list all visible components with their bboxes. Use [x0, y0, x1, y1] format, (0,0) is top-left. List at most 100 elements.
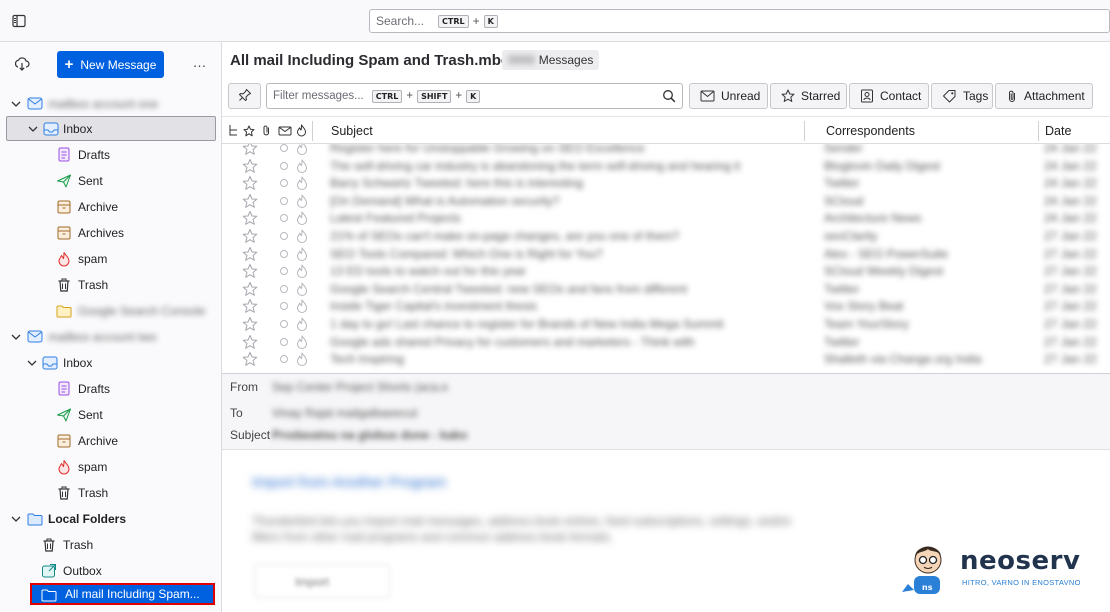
column-separator[interactable]: [804, 121, 805, 141]
envelope-icon: [700, 90, 715, 102]
star-column-icon[interactable]: [243, 117, 255, 144]
folder-trash[interactable]: Trash: [0, 272, 221, 297]
read-status-dot[interactable]: [280, 179, 288, 188]
get-messages-icon[interactable]: [14, 56, 32, 74]
junk-flame-icon[interactable]: [296, 159, 308, 176]
global-search-input[interactable]: Search... CTRL + K: [369, 9, 1110, 33]
pin-filter-button[interactable]: [228, 83, 261, 109]
shortcut-key-k: K: [483, 14, 498, 28]
thread-row[interactable]: 13 ED tools to watch out for this year SC…: [222, 262, 1110, 280]
thread-row[interactable]: Barry Schwartz Tweeted: here this is int…: [222, 174, 1110, 192]
chevron-down-icon[interactable]: [27, 123, 39, 135]
subject-column-header[interactable]: Subject: [331, 117, 373, 144]
thread-row[interactable]: Google Search Central Tweeted: new SEOs …: [222, 280, 1110, 298]
message-body-import-button[interactable]: Import: [254, 564, 390, 598]
filter-starred-label: Starred: [801, 89, 841, 103]
thread-row[interactable]: SEO Tools Compared: Which One is Right f…: [222, 245, 1110, 263]
folder-archive[interactable]: Archive: [0, 194, 221, 219]
read-status-dot[interactable]: [280, 232, 288, 240]
date-column-header[interactable]: Date: [1045, 117, 1071, 144]
folder-archives[interactable]: Archives: [0, 220, 221, 245]
star-icon[interactable]: [242, 351, 258, 370]
folder-spam[interactable]: spam: [0, 454, 221, 479]
thread-row[interactable]: Latest Featured Projects Architecture New…: [222, 209, 1110, 227]
junk-flame-icon[interactable]: [296, 317, 308, 334]
read-status-dot[interactable]: [280, 196, 288, 205]
thread-row[interactable]: 21% of SEOs can't make on-page changes, …: [222, 227, 1110, 245]
chevron-down-icon[interactable]: [10, 98, 22, 110]
folder-drafts[interactable]: Drafts: [0, 142, 221, 167]
folder-pane-toggle-icon[interactable]: [10, 12, 28, 30]
folder-outbox[interactable]: Outbox: [0, 558, 221, 583]
folder-inbox[interactable]: Inbox: [0, 350, 221, 375]
filter-messages-input[interactable]: Filter messages... CTRL + SHIFT + K: [266, 83, 683, 109]
column-separator[interactable]: [312, 121, 313, 141]
read-status-dot[interactable]: [280, 284, 288, 293]
junk-flame-icon[interactable]: [296, 299, 308, 316]
chevron-down-icon[interactable]: [10, 513, 22, 525]
thread-row[interactable]: Tech Inspiring Shalleth via Change.org In…: [222, 350, 1110, 368]
thread-row[interactable]: The self-driving car industry is abandon…: [222, 157, 1110, 175]
chevron-down-icon[interactable]: [10, 331, 22, 343]
folder-sent[interactable]: Sent: [0, 402, 221, 427]
filter-starred-button[interactable]: Starred: [770, 83, 847, 109]
folder-drafts[interactable]: Drafts: [0, 376, 221, 401]
thread-date: 27 Jan 22: [1044, 281, 1097, 296]
from-value[interactable]: Sep Center Project Shorts (aca.e: [272, 380, 448, 394]
read-status-dot[interactable]: [280, 267, 288, 276]
filter-attachment-button[interactable]: Attachment: [995, 83, 1093, 109]
correspondents-column-header[interactable]: Correspondents: [826, 117, 915, 144]
thread-subject: Google ads shared Privacy for customers …: [330, 334, 695, 349]
folder-sent[interactable]: Sent: [0, 168, 221, 193]
read-status-column-icon[interactable]: [278, 117, 292, 144]
junk-status-column-icon[interactable]: [296, 117, 307, 144]
read-status-dot[interactable]: [280, 249, 288, 258]
account-row-2[interactable]: mailbox account two: [0, 324, 221, 349]
filter-placeholder: Filter messages...: [273, 90, 364, 102]
subject-value: Prodavatsu na globus done - kako: [272, 428, 468, 442]
junk-flame-icon[interactable]: [296, 264, 308, 281]
junk-flame-icon[interactable]: [296, 194, 308, 211]
thread-column-icon[interactable]: [228, 117, 239, 144]
folder-trash[interactable]: Trash: [0, 532, 221, 557]
folder-all-mail-mbox[interactable]: All mail Including Spam...: [30, 583, 215, 605]
new-message-button[interactable]: + New Message: [57, 51, 164, 78]
filter-unread-button[interactable]: Unread: [689, 83, 768, 109]
junk-flame-icon[interactable]: [296, 282, 308, 299]
account-row-1[interactable]: mailbox account one: [0, 91, 221, 116]
folder-pane-menu-button[interactable]: …: [190, 54, 210, 72]
thread-row[interactable]: [On Demand] What is Automation security?…: [222, 192, 1110, 210]
junk-flame-icon[interactable]: [296, 229, 308, 246]
read-status-dot[interactable]: [280, 320, 288, 328]
chevron-down-icon[interactable]: [26, 357, 38, 369]
read-status-dot[interactable]: [280, 144, 288, 152]
read-status-dot[interactable]: [280, 337, 288, 346]
folder-trash[interactable]: Trash: [0, 480, 221, 505]
junk-flame-icon[interactable]: [296, 335, 308, 352]
folder-spam[interactable]: spam: [0, 246, 221, 271]
thread-row[interactable]: 1 day to go! Last chance to register for…: [222, 315, 1110, 333]
column-separator[interactable]: [1038, 121, 1039, 141]
thread-correspondent: Twitter: [824, 176, 860, 191]
thread-row[interactable]: Register here for Unstoppable Growing on…: [222, 144, 1110, 157]
filter-contact-button[interactable]: Contact: [849, 83, 929, 109]
thread-row[interactable]: Inside Tiger Capital's investment thesis…: [222, 297, 1110, 315]
to-value[interactable]: Vinay Rajat mailgalbaeecut: [272, 406, 417, 420]
read-status-dot[interactable]: [280, 161, 288, 170]
junk-flame-icon[interactable]: [296, 211, 308, 228]
folder-inbox[interactable]: Inbox: [6, 116, 216, 141]
filter-tags-button[interactable]: Tags: [931, 83, 993, 109]
read-status-dot[interactable]: [280, 214, 288, 223]
read-status-dot[interactable]: [280, 302, 288, 311]
thread-date: 27 Jan 22: [1044, 299, 1097, 314]
junk-flame-icon[interactable]: [296, 247, 308, 264]
junk-flame-icon[interactable]: [296, 176, 308, 193]
read-status-dot[interactable]: [280, 355, 288, 364]
thread-row[interactable]: Google ads shared Privacy for customers …: [222, 333, 1110, 351]
attachment-column-icon[interactable]: [262, 117, 271, 144]
junk-flame-icon[interactable]: [296, 352, 308, 369]
folder-title: All mail Including Spam and Trash.mbox: [230, 52, 519, 69]
folder-archive[interactable]: Archive: [0, 428, 221, 453]
folder-custom[interactable]: Google Search Console: [0, 298, 221, 323]
local-folders-row[interactable]: Local Folders: [0, 506, 221, 531]
